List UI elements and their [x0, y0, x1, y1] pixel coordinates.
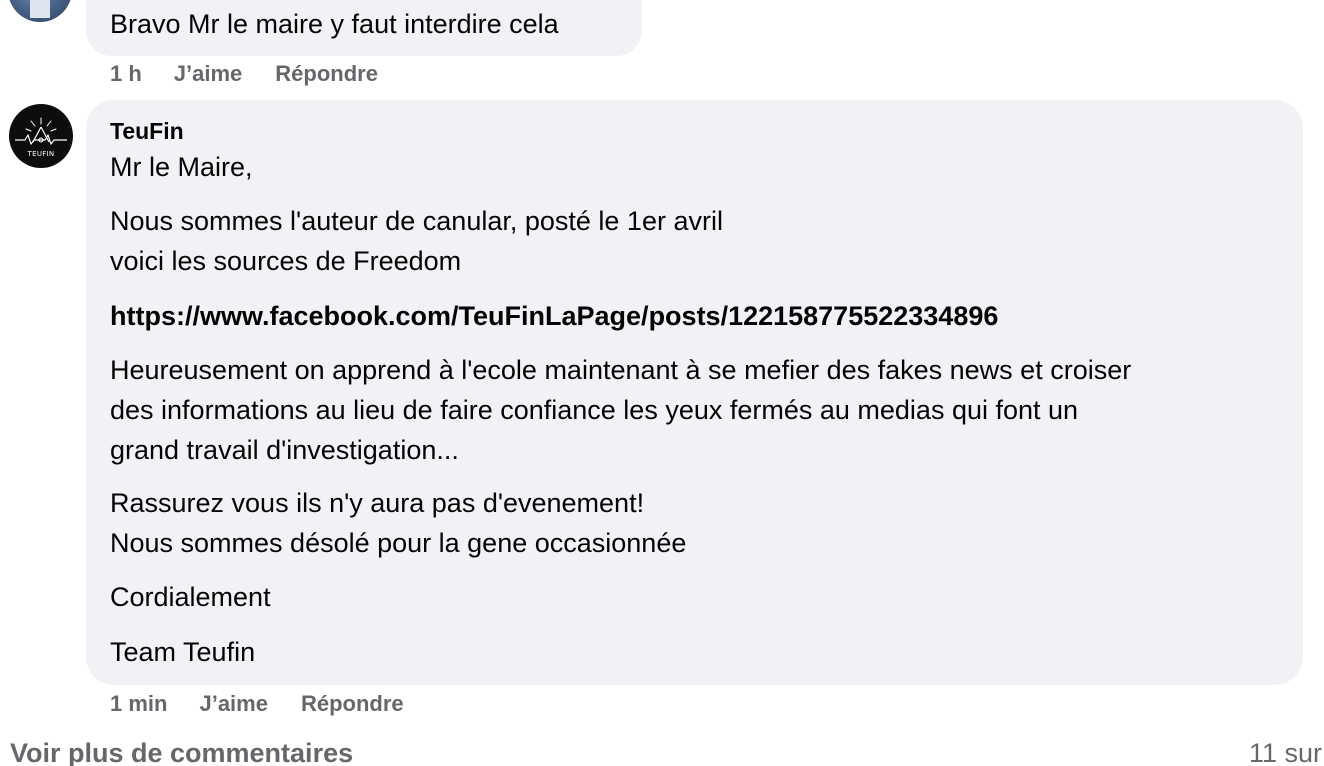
- reply-button[interactable]: Répondre: [275, 60, 378, 88]
- comment-time[interactable]: 1 h: [110, 60, 142, 88]
- comment-line: Heureusement on apprend à l'ecole mainte…: [110, 355, 1132, 385]
- heartbeat-logo-icon: [15, 117, 67, 145]
- comment-line: Mr le Maire,: [110, 152, 253, 182]
- commenter-avatar[interactable]: [8, 0, 72, 22]
- comment-bubble: Bravo Mr le maire y faut interdire cela: [86, 0, 642, 56]
- comment-line: voici les sources de Freedom: [110, 246, 462, 276]
- avatar-logo-text: TEUFIN: [27, 150, 55, 158]
- comment-line: Rassurez vous ils n'y aura pas d'eveneme…: [110, 488, 645, 518]
- comment-line: Team Teufin: [110, 637, 256, 667]
- comment-line: Cordialement: [110, 582, 271, 612]
- comment-link[interactable]: https://www.facebook.com/TeuFinLaPage/po…: [110, 296, 998, 336]
- comment-line: Nous sommes désolé pour la gene occasion…: [110, 528, 687, 558]
- like-button[interactable]: J’aime: [199, 690, 268, 718]
- comment-author[interactable]: TeuFin: [110, 116, 184, 146]
- view-more-comments-link[interactable]: Voir plus de commentaires: [10, 735, 353, 766]
- comment-bubble: TeuFin Mr le Maire, Nous sommes l'auteur…: [86, 100, 1303, 685]
- reply-button[interactable]: Répondre: [301, 690, 404, 718]
- comment-line: des informations au lieu de faire confia…: [110, 395, 1079, 425]
- building-image: [30, 0, 50, 18]
- comment-line: grand travail d'investigation...: [110, 435, 459, 465]
- comment-count: 11 sur: [1248, 738, 1322, 766]
- comment-actions: 1 min J’aime Répondre: [110, 690, 404, 718]
- comments-section: Bravo Mr le maire y faut interdire cela …: [0, 0, 1324, 766]
- comment-text: Bravo Mr le maire y faut interdire cela: [110, 9, 559, 39]
- teufin-avatar[interactable]: TEUFIN: [9, 104, 73, 168]
- comment-line: Nous sommes l'auteur de canular, posté l…: [110, 206, 723, 236]
- comment-actions: 1 h J’aime Répondre: [110, 60, 378, 88]
- comment-time[interactable]: 1 min: [110, 690, 167, 718]
- like-button[interactable]: J’aime: [174, 60, 243, 88]
